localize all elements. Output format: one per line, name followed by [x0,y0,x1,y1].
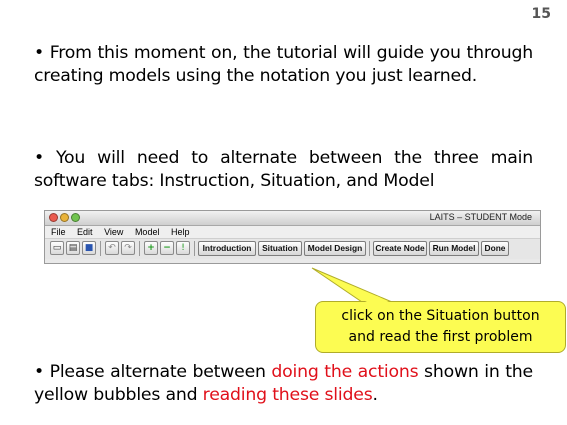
callout-line-2: and read the first problem [348,329,533,345]
instruction-text: . [372,385,379,405]
highlight-reading-slides: reading these slides [202,385,373,405]
highlight-doing-actions: doing the actions [271,362,419,382]
callout-line-1: click on the Situation button [341,308,540,324]
paragraph-instructions: • Please alternate between doing the act… [34,361,533,407]
instruction-text: • Please alternate between [34,362,272,382]
callout-bubble: click on the Situation button and read t… [315,301,566,353]
